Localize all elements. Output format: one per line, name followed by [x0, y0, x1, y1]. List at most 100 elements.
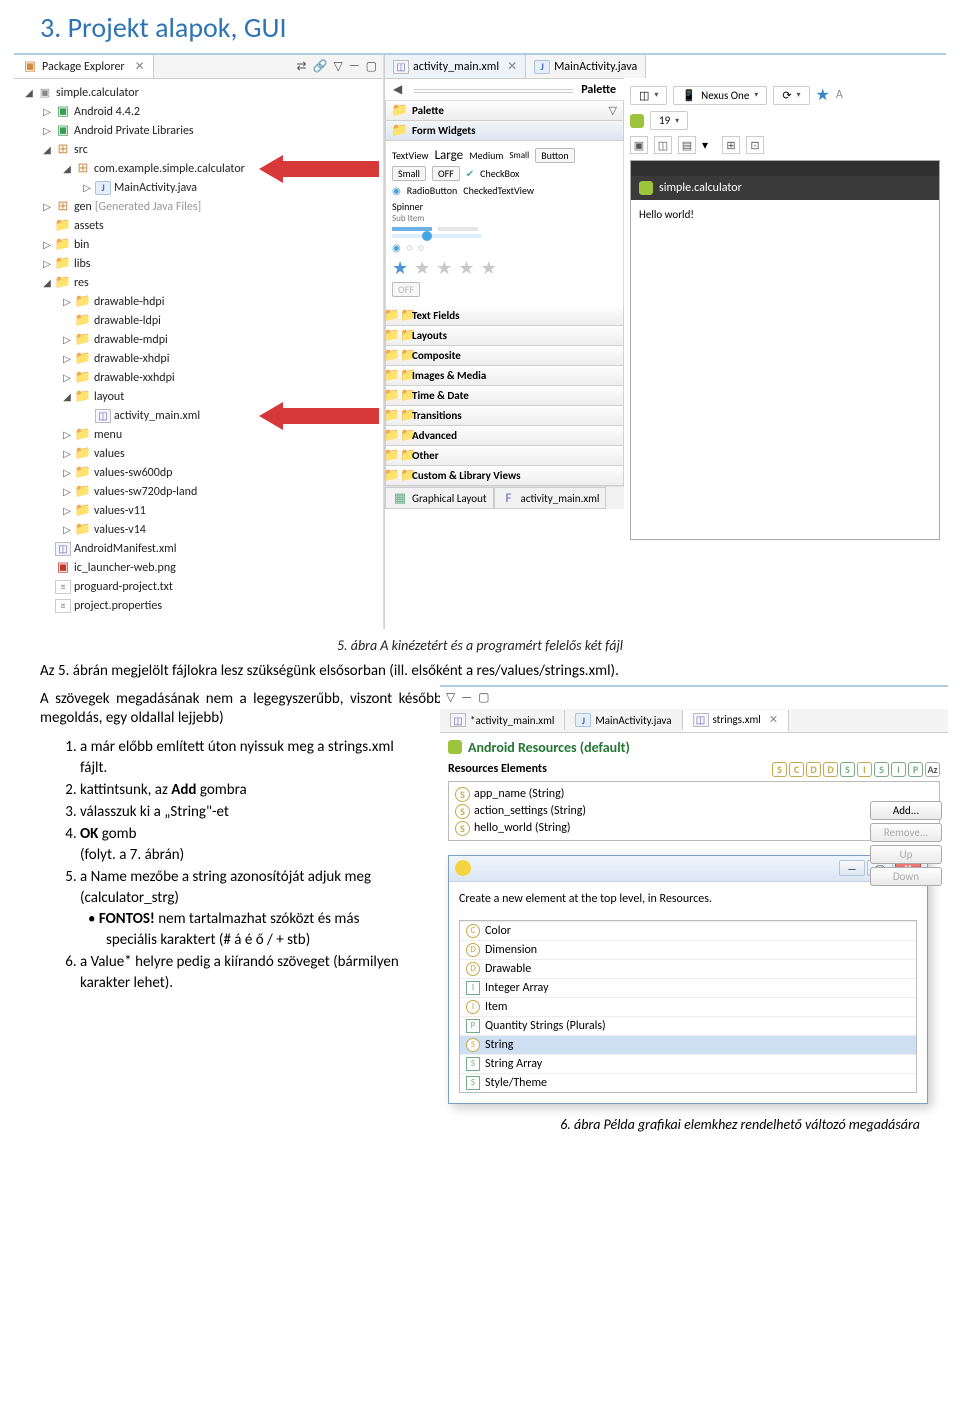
palette-cat-form[interactable]: 📁Form Widgets	[385, 121, 624, 141]
tree-item[interactable]: bin	[74, 238, 89, 252]
dlg-option[interactable]: Color	[485, 924, 511, 938]
tree-item[interactable]: layout	[94, 390, 124, 404]
palette-cat[interactable]: 📁Advanced	[385, 426, 624, 446]
tree-item[interactable]: menu	[94, 428, 122, 442]
tree-item[interactable]: activity_main.xml	[114, 409, 200, 423]
layout-picker[interactable]: ◫ ▾	[630, 86, 667, 105]
tab-graphical-layout[interactable]: ▦Graphical Layout	[385, 487, 494, 509]
palette-cat[interactable]: 📁Images & Media	[385, 366, 624, 386]
dlg-option[interactable]: Drawable	[485, 962, 531, 976]
menu-icon[interactable]: ▽	[446, 690, 455, 705]
widget-small-btn[interactable]: Small	[392, 166, 426, 181]
widget-slider[interactable]	[392, 234, 482, 238]
widget-large[interactable]: Large	[435, 148, 464, 163]
arrow-left-icon[interactable]: ◀	[393, 82, 402, 97]
tool-icon[interactable]: ◫	[654, 136, 672, 154]
menu-icon[interactable]: ▽	[334, 59, 343, 74]
tree-item[interactable]: assets	[74, 219, 104, 233]
palette-cat[interactable]: 📁Transitions	[385, 406, 624, 426]
widget-spinner[interactable]: Spinner	[392, 200, 423, 213]
resource-list[interactable]: Sapp_name (String) Saction_settings (Str…	[448, 781, 940, 841]
close-icon[interactable]: ✕	[135, 59, 145, 74]
tool-icon[interactable]: ⊡	[746, 136, 764, 154]
minimize-button[interactable]: —	[839, 860, 865, 876]
dlg-option[interactable]: Integer Array	[485, 981, 549, 995]
tree-item[interactable]: ic_launcher-web.png	[74, 561, 176, 575]
tree-item[interactable]: values-v14	[94, 523, 146, 537]
widget-small-label[interactable]: Small	[509, 150, 529, 161]
palette-cat[interactable]: 📁Text Fields	[385, 306, 624, 326]
tree-item[interactable]: drawable-mdpi	[94, 333, 168, 347]
minimize-icon[interactable]: —	[349, 59, 360, 74]
tab-strings[interactable]: ◫strings.xml✕	[683, 710, 790, 732]
list-item[interactable]: app_name (String)	[474, 787, 564, 801]
tab-activity[interactable]: ◫*activity_main.xml	[440, 710, 565, 730]
tab-xml-source[interactable]: Factivity_main.xml	[494, 487, 607, 509]
tree-item[interactable]: values	[94, 447, 125, 461]
folder-icon: 📁	[392, 429, 408, 443]
device-picker[interactable]: 📱 Nexus One ▾	[673, 86, 767, 105]
palette-cat[interactable]: 📁Custom & Library Views	[385, 466, 624, 486]
add-button[interactable]: Add...	[870, 801, 942, 820]
dlg-option-selected[interactable]: String	[485, 1038, 513, 1052]
list-item[interactable]: action_settings (String)	[474, 804, 586, 818]
down-button[interactable]: Down	[870, 867, 942, 886]
tab-package-explorer[interactable]: ▣ Package Explorer ✕	[14, 55, 154, 78]
maximize-icon[interactable]: ▢	[366, 59, 377, 74]
element-type-list[interactable]: CColor DDimension DDrawable IInteger Arr…	[459, 920, 917, 1093]
palette-cat[interactable]: 📁Other	[385, 446, 624, 466]
dlg-option[interactable]: Dimension	[485, 943, 537, 957]
tree-item[interactable]: project.properties	[74, 599, 162, 613]
up-button[interactable]: Up	[870, 845, 942, 864]
api-picker[interactable]: 19 ▾	[650, 111, 688, 130]
tool-icon[interactable]: ▣	[630, 136, 648, 154]
star-icon[interactable]: ★	[816, 85, 830, 105]
tree-item[interactable]: values-v11	[94, 504, 146, 518]
list-item[interactable]: hello_world (String)	[474, 821, 571, 835]
tree-item[interactable]: libs	[74, 257, 90, 271]
tree-item[interactable]: Android 4.4.2	[74, 105, 140, 119]
tool-icon[interactable]: ▤	[678, 136, 696, 154]
widget-off-btn[interactable]: OFF	[432, 166, 460, 181]
link-icon[interactable]: 🔗	[313, 59, 328, 74]
orientation-picker[interactable]: ⟳ ▾	[773, 86, 809, 105]
palette-cat[interactable]: 📁Layouts	[385, 326, 624, 346]
tree-item[interactable]: drawable-xhdpi	[94, 352, 169, 366]
close-icon[interactable]: ✕	[769, 713, 778, 726]
collapse-icon[interactable]: ⇄	[297, 59, 307, 74]
tree-item[interactable]: gen	[74, 200, 92, 214]
tree-item[interactable]: drawable-ldpi	[94, 314, 161, 328]
palette-cat[interactable]: 📁Time & Date	[385, 386, 624, 406]
tree-item[interactable]: MainActivity.java	[114, 181, 197, 195]
dlg-option[interactable]: Style/Theme	[485, 1076, 547, 1090]
tree-item[interactable]: Android Private Libraries	[74, 124, 194, 138]
tree-item[interactable]: res	[74, 276, 89, 290]
dlg-option[interactable]: Item	[485, 1000, 507, 1014]
widget-textview[interactable]: TextView	[392, 149, 429, 162]
dlg-option[interactable]: Quantity Strings (Plurals)	[485, 1019, 606, 1033]
widget-checkbox[interactable]: CheckBox	[480, 167, 519, 180]
tab-java[interactable]: JMainActivity.java	[565, 710, 682, 730]
tree-item[interactable]: values-sw720dp-land	[94, 485, 197, 499]
remove-button[interactable]: Remove...	[870, 823, 942, 842]
project-name[interactable]: simple.calculator	[56, 86, 139, 100]
star-icon[interactable]: ★	[392, 257, 408, 279]
tree-item[interactable]: drawable-xxhdpi	[94, 371, 175, 385]
widget-subitem[interactable]: Sub Item	[392, 213, 424, 224]
close-icon[interactable]: ✕	[507, 59, 517, 74]
tool-icon[interactable]: ⊞	[722, 136, 740, 154]
tab-activity-xml[interactable]: ◫activity_main.xml✕	[385, 55, 526, 78]
tree-item[interactable]: values-sw600dp	[94, 466, 172, 480]
tree-item[interactable]: AndroidManifest.xml	[74, 542, 176, 556]
widget-radio[interactable]: RadioButton	[407, 184, 458, 197]
widget-checkedtv[interactable]: CheckedTextView	[463, 184, 534, 197]
tree-item[interactable]: src	[74, 143, 88, 157]
widget-medium[interactable]: Medium	[469, 149, 503, 162]
dlg-option[interactable]: String Array	[485, 1057, 542, 1071]
tree-item[interactable]: drawable-hdpi	[94, 295, 164, 309]
widget-button[interactable]: Button	[535, 148, 574, 163]
palette-cat[interactable]: 📁Composite	[385, 346, 624, 366]
palette-cat-palette[interactable]: 📁Palette▽	[385, 101, 624, 121]
tree-item[interactable]: proguard-project.txt	[74, 580, 173, 594]
tree-item[interactable]: com.example.simple.calculator	[94, 162, 245, 176]
